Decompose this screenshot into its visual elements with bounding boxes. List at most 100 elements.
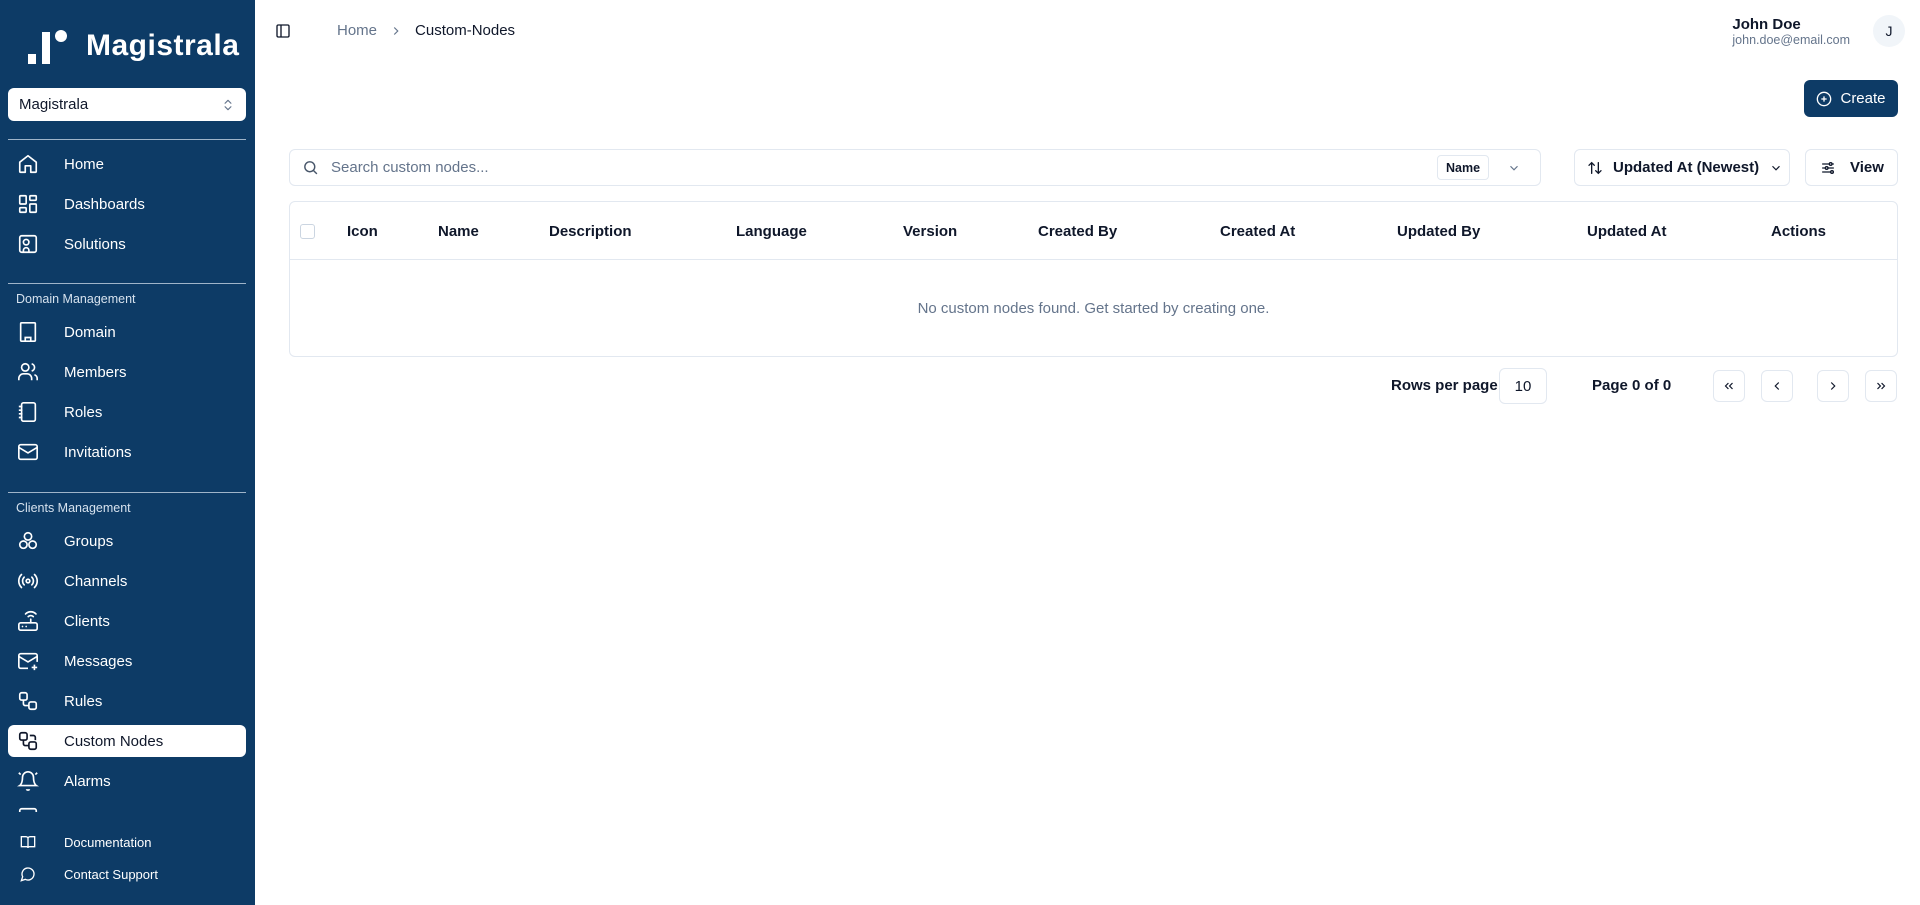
section-label-domain: Domain Management [16, 292, 136, 306]
user-name: John Doe [1732, 16, 1801, 33]
rows-per-page-select[interactable]: 10 [1499, 368, 1547, 404]
breadcrumb-current: Custom-Nodes [415, 22, 516, 39]
search-field-select[interactable]: Name [1437, 155, 1532, 180]
page-indicator: Page 0 of 0 [1592, 377, 1672, 394]
workspace-select[interactable]: Magistrala [8, 88, 246, 121]
view-options-button[interactable]: View [1805, 149, 1898, 186]
workspace-select-value: Magistrala [19, 96, 89, 113]
book-icon [19, 833, 37, 851]
table-header: Icon Name Description Language Version C… [290, 202, 1897, 260]
user-info[interactable]: John Doe john.doe@email.com [1732, 16, 1850, 48]
column-header-updated-at[interactable]: Updated At [1587, 202, 1666, 260]
create-button[interactable]: Create [1804, 80, 1898, 117]
sidebar-item-contact-support[interactable]: Contact Support [8, 861, 246, 887]
breadcrumb-home-link[interactable]: Home [337, 22, 377, 39]
column-header-description[interactable]: Description [549, 202, 632, 260]
sidebar-item-custom-nodes[interactable]: Custom Nodes [8, 725, 246, 757]
column-header-created-at[interactable]: Created At [1220, 202, 1295, 260]
sidebar-item-dashboards[interactable]: Dashboards [8, 188, 246, 220]
bell-icon [16, 769, 40, 793]
sort-select[interactable]: Updated At (Newest) [1574, 149, 1790, 186]
logo-text: Magistrala [86, 29, 240, 62]
sidebar-item-solutions[interactable]: Solutions [8, 228, 246, 260]
sidebar-item-documentation[interactable]: Documentation [8, 829, 246, 855]
search-input[interactable] [331, 159, 1391, 176]
groups-icon [16, 529, 40, 553]
column-header-version[interactable]: Version [903, 202, 957, 260]
sidebar-divider [8, 492, 246, 493]
chevron-up-down-icon [224, 99, 232, 110]
rows-per-page-label: Rows per page [1391, 377, 1498, 394]
sidebar-item-label: Home [64, 155, 105, 173]
next-page-button[interactable] [1817, 370, 1849, 402]
last-page-button[interactable] [1865, 370, 1897, 402]
sidebar-item-clients[interactable]: Clients [8, 605, 246, 637]
first-page-button[interactable] [1713, 370, 1745, 402]
mail-open-icon [16, 649, 40, 673]
chevrons-right-icon [1877, 382, 1886, 390]
sidebar-item-label: Rules [64, 692, 103, 710]
sidebar-item-label: Roles [64, 403, 103, 421]
panel-left-icon [276, 24, 290, 38]
sidebar-item-label: Domain [64, 323, 116, 341]
dashboard-icon [16, 192, 40, 216]
chevrons-left-icon [1724, 382, 1733, 390]
radio-icon [16, 569, 40, 593]
previous-page-button[interactable] [1761, 370, 1793, 402]
users-icon [16, 360, 40, 384]
chevron-right-icon [1830, 382, 1836, 390]
sidebar-item-label: Dashboards [64, 195, 145, 213]
custom-nodes-table: Icon Name Description Language Version C… [289, 201, 1898, 357]
sidebar-item-label: Alarms [64, 772, 111, 790]
sidebar-divider [8, 139, 246, 140]
sidebar-item-label: Contact Support [64, 866, 158, 882]
custom-nodes-icon [16, 729, 40, 753]
column-header-actions: Actions [1771, 222, 1827, 240]
empty-state-message: No custom nodes found. Get started by cr… [917, 299, 1270, 317]
sidebar-toggle-button[interactable] [273, 21, 293, 41]
sidebar-item-alarms[interactable]: Alarms [8, 765, 246, 797]
chevron-right-icon [389, 24, 403, 38]
sidebar-item-roles[interactable]: Roles [8, 396, 246, 428]
sidebar-item-label: Groups [64, 532, 114, 550]
column-header-created-by[interactable]: Created By [1038, 202, 1117, 260]
column-header-language[interactable]: Language [736, 202, 807, 260]
select-all-checkbox[interactable] [300, 224, 315, 239]
sidebar-item-label: Custom Nodes [64, 732, 164, 750]
search-box: Name [289, 149, 1541, 186]
sidebar-item-rules[interactable]: Rules [8, 685, 246, 717]
chevron-down-icon [1769, 161, 1783, 175]
sort-select-value: Updated At (Newest) [1613, 159, 1760, 176]
sort-arrows-icon [1587, 160, 1603, 176]
sidebar: Magistrala Magistrala Home Dashboards So… [0, 0, 255, 905]
sidebar-item-home[interactable]: Home [8, 148, 246, 180]
column-header-icon[interactable]: Icon [347, 202, 378, 260]
sliders-icon [1820, 160, 1836, 176]
plus-circle-icon [1816, 91, 1832, 107]
chevron-left-icon [1774, 382, 1780, 390]
chevron-down-icon [1507, 161, 1521, 175]
router-icon [16, 609, 40, 633]
search-field-value: Name [1437, 155, 1490, 180]
sidebar-item-members[interactable]: Members [8, 356, 246, 388]
user-email: john.doe@email.com [1732, 33, 1850, 47]
home-icon [16, 152, 40, 176]
sidebar-item-groups[interactable]: Groups [8, 525, 246, 557]
view-button-label: View [1850, 159, 1884, 176]
logo[interactable]: Magistrala [26, 28, 239, 64]
sidebar-item-label: Invitations [64, 443, 132, 461]
sidebar-item-channels[interactable]: Channels [8, 565, 246, 597]
search-icon [302, 159, 319, 176]
create-button-label: Create [1840, 90, 1886, 107]
sidebar-item-label: Solutions [64, 235, 126, 253]
message-circle-icon [19, 865, 37, 883]
notebook-icon [16, 400, 40, 424]
avatar[interactable]: J [1873, 15, 1905, 47]
sidebar-item-invitations[interactable]: Invitations [8, 436, 246, 468]
workflow-icon [16, 689, 40, 713]
sidebar-divider [8, 283, 246, 284]
sidebar-item-messages[interactable]: Messages [8, 645, 246, 677]
column-header-name[interactable]: Name [438, 202, 479, 260]
column-header-updated-by[interactable]: Updated By [1397, 202, 1480, 260]
sidebar-item-domain[interactable]: Domain [8, 316, 246, 348]
